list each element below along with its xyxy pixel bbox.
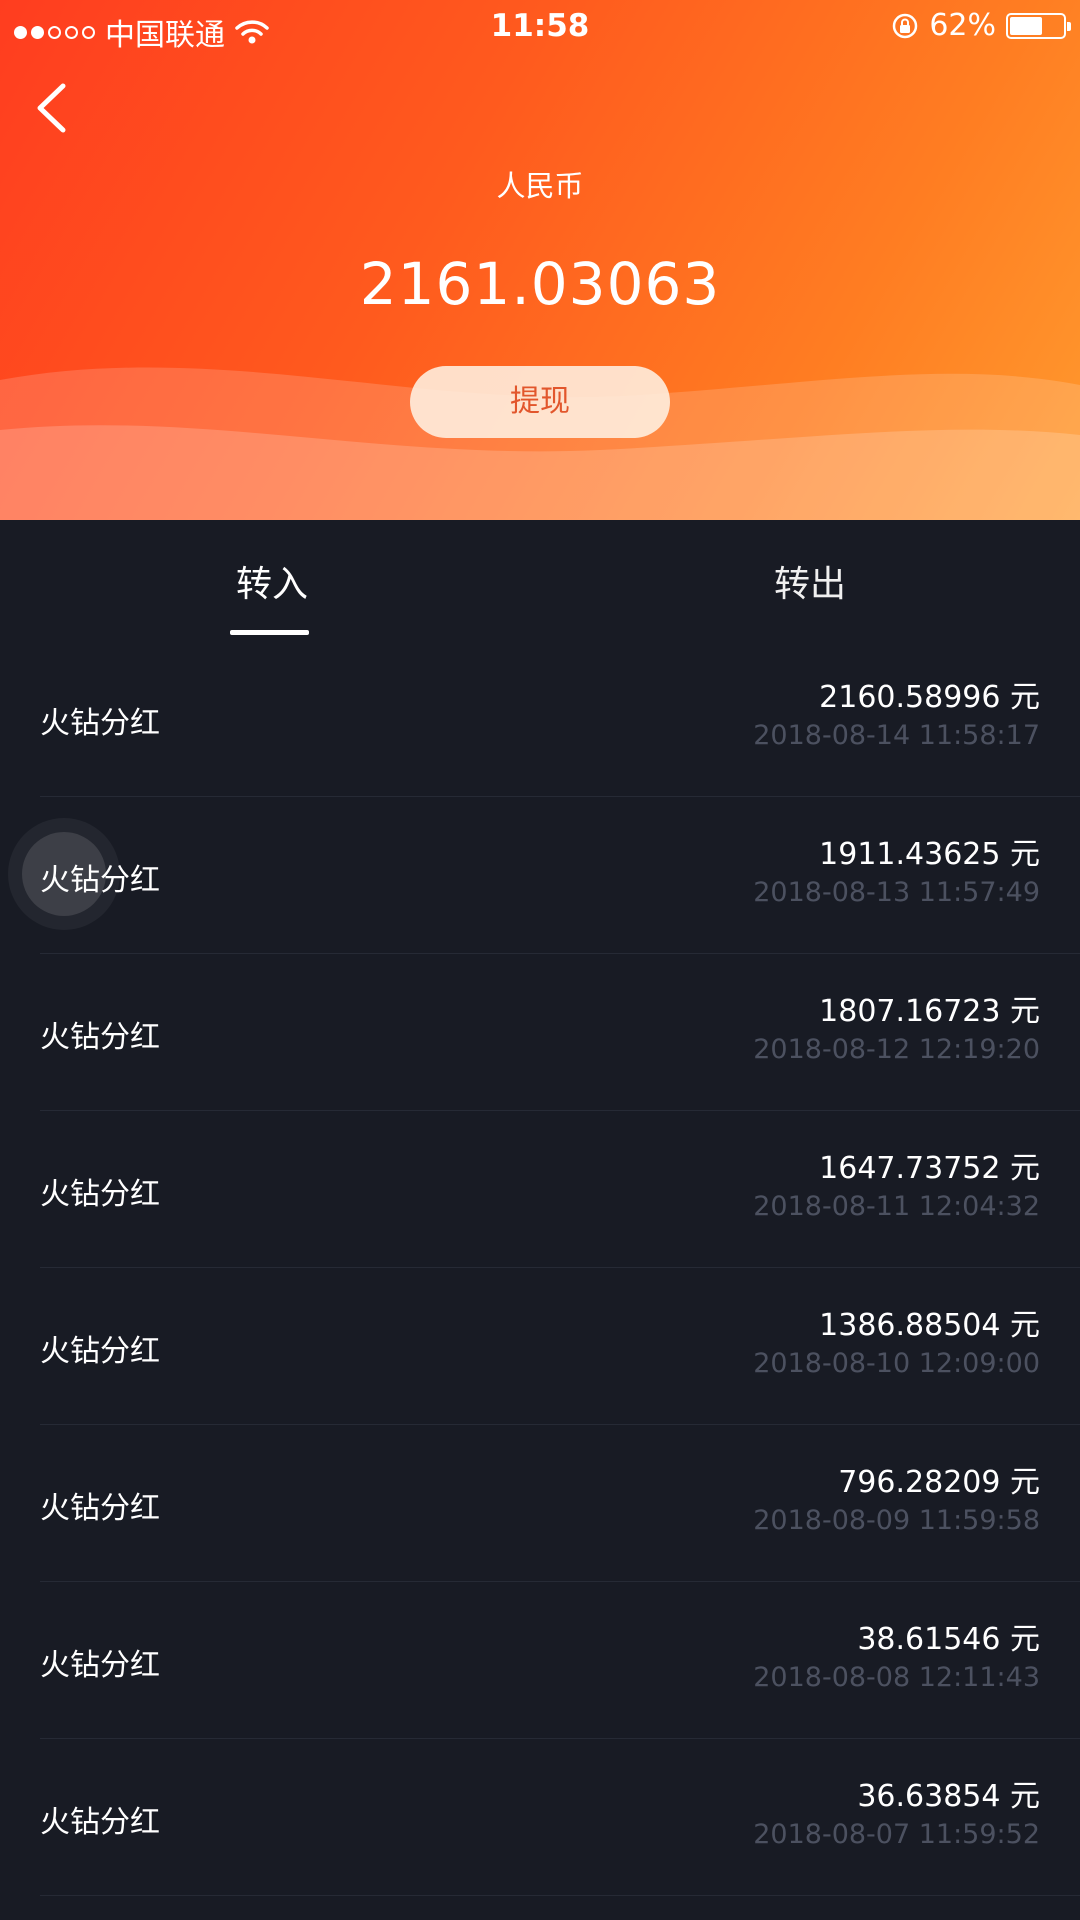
balance-amount: 2161.03063 [359, 250, 721, 318]
tab-transfer-in[interactable]: 转入 [192, 555, 352, 607]
transaction-title: 火钻分红 [40, 863, 160, 898]
status-bar: 中国联通 11:58 62% [0, 0, 1080, 54]
list-item[interactable]: 火钻分红 2160.58996 元 2018-08-14 11:58:17 [40, 640, 1080, 797]
balance-header: 中国联通 11:58 62% 人民币 2161.03063 提现 [0, 0, 1080, 520]
transfer-tabs: 转入 转出 [0, 520, 1080, 640]
transaction-title: 火钻分红 [40, 1648, 160, 1683]
transaction-title: 火钻分红 [40, 1334, 160, 1369]
list-item[interactable]: 火钻分红 796.28209 元 2018-08-09 11:59:58 [40, 1425, 1080, 1582]
transaction-date: 2018-08-14 11:58:17 [753, 720, 1040, 751]
transaction-amount: 1647.73752 元 [819, 1151, 1040, 1186]
transaction-amount: 38.61546 元 [857, 1622, 1040, 1657]
battery-icon [1006, 12, 1071, 39]
rotation-lock-icon [893, 13, 918, 38]
transaction-amount: 36.63854 元 [857, 1779, 1040, 1814]
transaction-title: 火钻分红 [40, 1177, 160, 1212]
list-item[interactable]: 火钻分红 1647.73752 元 2018-08-11 12:04:32 [40, 1111, 1080, 1268]
list-item[interactable]: 火钻分红 36.63854 元 2018-08-07 11:59:52 [40, 1739, 1080, 1896]
transaction-date: 2018-08-10 12:09:00 [753, 1348, 1040, 1379]
transaction-date: 2018-08-08 12:11:43 [753, 1662, 1040, 1693]
transaction-amount: 1807.16723 元 [819, 994, 1040, 1029]
transaction-list: 火钻分红 2160.58996 元 2018-08-14 11:58:17 火钻… [0, 640, 1080, 1896]
active-tab-indicator [230, 630, 309, 635]
list-item[interactable]: 火钻分红 1386.88504 元 2018-08-10 12:09:00 [40, 1268, 1080, 1425]
list-item[interactable]: 火钻分红 38.61546 元 2018-08-08 12:11:43 [40, 1582, 1080, 1739]
transaction-amount: 1911.43625 元 [819, 837, 1040, 872]
withdraw-button[interactable]: 提现 [410, 366, 670, 438]
transaction-date: 2018-08-12 12:19:20 [753, 1034, 1040, 1065]
transaction-date: 2018-08-11 12:04:32 [753, 1191, 1040, 1222]
transaction-amount: 796.28209 元 [838, 1465, 1040, 1500]
transaction-date: 2018-08-09 11:59:58 [753, 1505, 1040, 1536]
back-arrow-icon[interactable] [28, 78, 78, 138]
transaction-title: 火钻分红 [40, 706, 160, 741]
transaction-title: 火钻分红 [40, 1020, 160, 1055]
transaction-amount: 1386.88504 元 [819, 1308, 1040, 1343]
transaction-date: 2018-08-07 11:59:52 [753, 1819, 1040, 1850]
status-right: 62% [891, 8, 1071, 43]
transaction-title: 火钻分红 [40, 1805, 160, 1840]
list-item[interactable]: 火钻分红 1911.43625 元 2018-08-13 11:57:49 [22, 797, 1080, 954]
list-item[interactable]: 火钻分红 1807.16723 元 2018-08-12 12:19:20 [40, 954, 1080, 1111]
transaction-title: 火钻分红 [40, 1491, 160, 1526]
transaction-amount: 2160.58996 元 [819, 680, 1040, 715]
transaction-date: 2018-08-13 11:57:49 [753, 877, 1040, 908]
currency-label: 人民币 [496, 169, 584, 203]
tab-transfer-out[interactable]: 转出 [730, 555, 890, 607]
battery-percent: 62% [929, 8, 996, 43]
